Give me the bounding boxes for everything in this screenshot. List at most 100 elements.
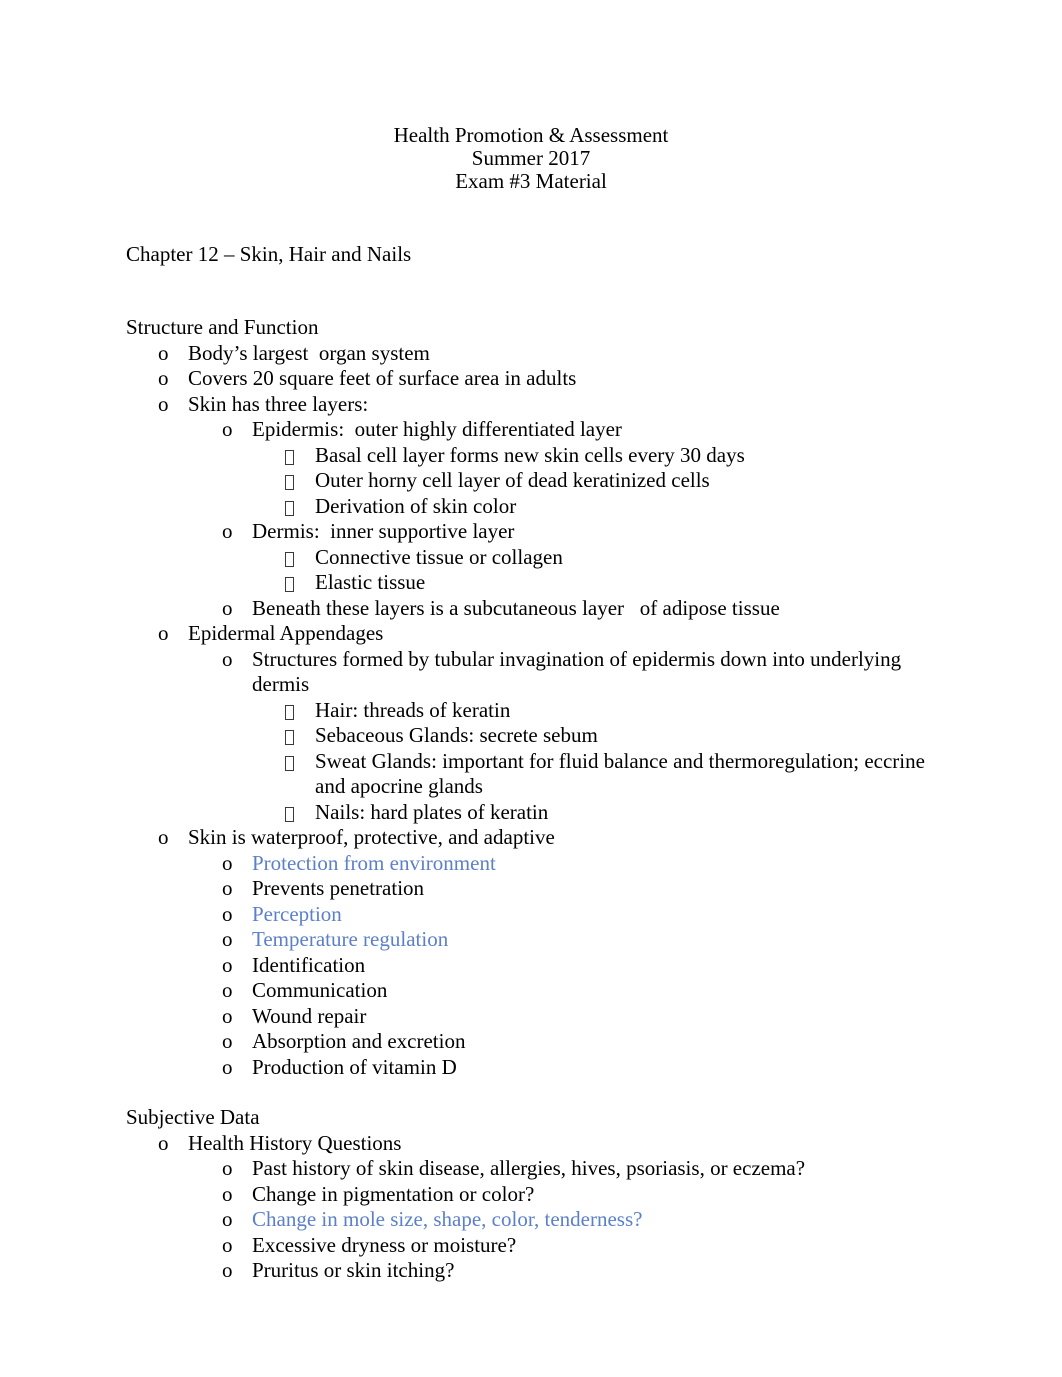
spacer-after-chapter	[126, 267, 926, 291]
outline-item: o Past history of skin disease, allergies…	[126, 1156, 926, 1182]
spacer-after-title	[126, 194, 926, 218]
circle-bullet-icon: o	[222, 1054, 233, 1079]
circle-bullet-icon: o	[222, 1003, 233, 1028]
outline-item-label: Basal cell layer forms new skin cells ev…	[315, 442, 745, 467]
outline-item: o Excessive dryness or moisture?	[126, 1233, 926, 1259]
outline-item: o Covers 20 square feet of surface area i…	[126, 366, 926, 392]
circle-bullet-icon: o	[222, 595, 233, 620]
circle-bullet-icon: o	[222, 1181, 233, 1206]
outline-item-label: Hair: threads of keratin	[315, 697, 511, 722]
circle-bullet-icon: o	[158, 391, 169, 416]
missing-glyph-bullet-icon	[285, 545, 315, 571]
outline-item: o Change in pigmentation or color?	[126, 1182, 926, 1208]
outline-item: o Skin is waterproof, protective, and ada…	[126, 825, 926, 851]
outline-content: Structure and Function o Body’s largest or…	[126, 315, 926, 1284]
outline-item-label: Nails: hard plates of keratin	[315, 799, 549, 824]
outline-item: o Protection from environment	[126, 851, 926, 877]
outline-item-label: Epidermis: outer highly differentiated l…	[252, 417, 622, 442]
box-glyph-icon	[285, 449, 294, 465]
missing-glyph-bullet-icon	[285, 468, 315, 494]
circle-bullet-icon: o	[222, 1258, 233, 1283]
outline-item-label: Beneath these layers is a subcutaneous l…	[252, 595, 780, 620]
outline-item-label: Prevents penetration	[252, 876, 425, 901]
outline-item: o Wound repair	[126, 1004, 926, 1030]
outline-item: o Absorption and excretion	[126, 1029, 926, 1055]
circle-bullet-icon: o	[222, 850, 233, 875]
circle-bullet-icon: o	[222, 927, 233, 952]
outline-item: Derivation of skin color	[126, 494, 926, 520]
outline-item-label: Epidermal Appendages	[188, 621, 384, 646]
outline-item-label: Production of vitamin D	[252, 1054, 457, 1079]
outline-item-label: Skin is waterproof, protective, and adap…	[188, 825, 555, 850]
outline-item-label[interactable]: Temperature regulation	[252, 927, 926, 953]
outline-item-label: Outer horny cell layer of dead keratiniz…	[315, 468, 710, 493]
outline-item: Elastic tissue	[126, 570, 926, 596]
chapter-heading: Chapter 12 – Skin, Hair and Nails	[126, 241, 412, 266]
outline-item: o Prevents penetration	[126, 876, 926, 902]
circle-bullet-icon: o	[158, 1130, 169, 1155]
outline-item-label: Change in pigmentation or color?	[252, 1181, 535, 1206]
outline-item: o Temperature regulation	[126, 927, 926, 953]
outline-item: o Body’s largest organ system	[126, 341, 926, 367]
outline-item-label: Covers 20 square feet of surface area in…	[188, 366, 577, 391]
box-glyph-icon	[285, 475, 294, 491]
circle-bullet-icon: o	[222, 1029, 233, 1054]
section-heading: Subjective Data	[126, 1105, 260, 1130]
circle-bullet-icon: o	[222, 1207, 233, 1232]
outline-item-label[interactable]: Protection from environment	[252, 851, 926, 877]
outline-item: Connective tissue or collagen	[126, 545, 926, 571]
circle-bullet-icon: o	[222, 417, 233, 442]
outline-item: o Structures formed by tubular invaginati…	[126, 647, 926, 698]
outline-item-label: Sebaceous Glands: secrete sebum	[315, 723, 598, 748]
outline-item: o Health History Questions	[126, 1131, 926, 1157]
box-glyph-icon	[285, 806, 294, 822]
circle-bullet-icon: o	[222, 876, 233, 901]
outline-item: o Dermis: inner supportive layer	[126, 519, 926, 545]
outline-item-label: Sweat Glands: important for fluid balanc…	[315, 748, 931, 799]
outline-item-label: Elastic tissue	[315, 570, 426, 595]
outline-item-label: Communication	[252, 978, 388, 1003]
outline-item-label: Dermis: inner supportive layer	[252, 519, 515, 544]
document-title-block: Health Promotion & Assessment Summer 201…	[125, 123, 937, 194]
box-glyph-icon	[285, 755, 294, 771]
outline-item-label: Body’s largest organ system	[188, 340, 430, 365]
box-glyph-icon	[285, 704, 294, 720]
outline-item-label: Derivation of skin color	[315, 493, 517, 518]
outline-item-label: Past history of skin disease, allergies,…	[252, 1156, 806, 1181]
outline-item: o Identification	[126, 953, 926, 979]
outline-item: o Skin has three layers:	[126, 392, 926, 418]
spacer-after-title-2	[126, 218, 926, 242]
missing-glyph-bullet-icon	[285, 749, 315, 775]
box-glyph-icon	[285, 551, 294, 567]
outline-item-label[interactable]: Perception	[252, 902, 926, 928]
outline-item-label: Structures formed by tubular invaginatio…	[252, 646, 907, 697]
circle-bullet-icon: o	[222, 952, 233, 977]
outline-item-label: Wound repair	[252, 1003, 367, 1028]
circle-bullet-icon: o	[158, 340, 169, 365]
box-glyph-icon	[285, 730, 294, 746]
outline-item: o Beneath these layers is a subcutaneous …	[126, 596, 926, 622]
document-page: Health Promotion & Assessment Summer 201…	[0, 0, 1062, 1377]
outline-item-label: Pruritus or skin itching?	[252, 1258, 455, 1283]
outline-item-label: Identification	[252, 952, 366, 977]
circle-bullet-icon: o	[222, 1156, 233, 1181]
title-line-course: Health Promotion & Assessment	[393, 123, 669, 147]
title-line-exam: Exam #3 Material	[455, 169, 607, 194]
circle-bullet-icon: o	[222, 901, 233, 926]
missing-glyph-bullet-icon	[285, 570, 315, 596]
title-line-term: Summer 2017	[471, 146, 591, 171]
circle-bullet-icon: o	[222, 1232, 233, 1257]
outline-item-label[interactable]: Change in mole size, shape, color, tende…	[252, 1207, 926, 1233]
section-heading: Structure and Function	[126, 315, 319, 340]
outline-item-label: Health History Questions	[188, 1130, 402, 1155]
outline-item: Hair: threads of keratin	[126, 698, 926, 724]
outline-item: Basal cell layer forms new skin cells ev…	[126, 443, 926, 469]
outline-item: o Production of vitamin D	[126, 1055, 926, 1081]
outline-item: o Epidermis: outer highly differentiated …	[126, 417, 926, 443]
circle-bullet-icon: o	[158, 366, 169, 391]
outline-item: o Communication	[126, 978, 926, 1004]
circle-bullet-icon: o	[222, 646, 233, 671]
document-body: Health Promotion & Assessment Summer 201…	[126, 123, 926, 1284]
missing-glyph-bullet-icon	[285, 494, 315, 520]
